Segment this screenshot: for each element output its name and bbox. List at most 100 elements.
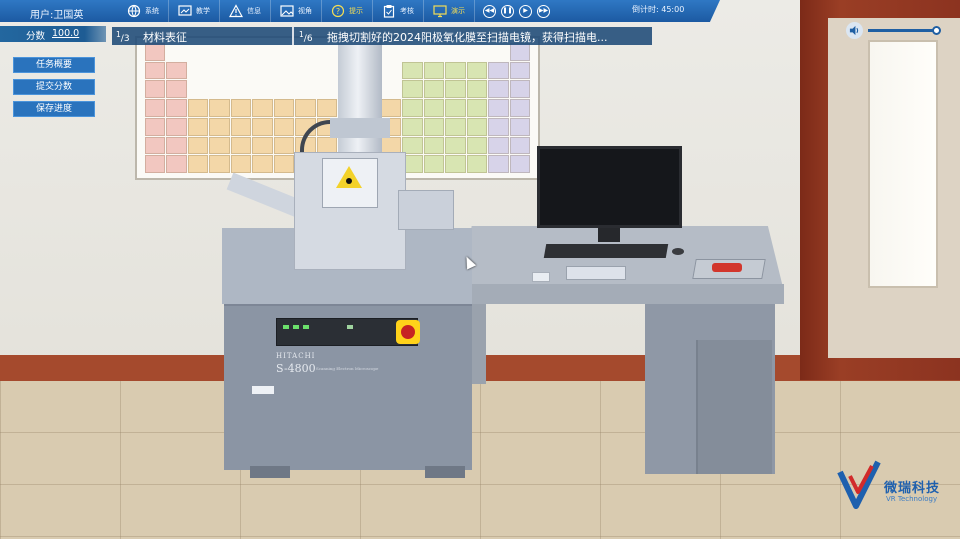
element-cell	[166, 99, 187, 117]
element-cell	[166, 117, 187, 136]
toolbar-label: 演示	[451, 7, 465, 15]
element-cell	[488, 136, 509, 155]
indicator-led	[347, 325, 353, 329]
element-cell	[424, 43, 444, 61]
element-cell	[295, 43, 315, 61]
element-cell	[145, 155, 166, 173]
desk-leg	[472, 304, 486, 384]
element-cell	[423, 99, 445, 117]
sem-sticker	[252, 386, 274, 394]
volume-control	[846, 22, 942, 39]
element-cell	[317, 62, 337, 80]
sem-foot	[250, 466, 290, 478]
control-panel-box[interactable]	[566, 266, 626, 280]
element-cell	[209, 43, 229, 61]
toolbar-label: 系统	[145, 7, 159, 15]
element-cell	[380, 99, 402, 117]
element-cell	[187, 117, 209, 136]
indicator-led	[303, 325, 309, 329]
element-cell	[166, 155, 187, 173]
element-cell	[187, 99, 209, 117]
lab-scene: HITACHI S-4800 Scanning Electron Microsc…	[0, 0, 960, 539]
volume-slider-track[interactable]	[868, 29, 940, 32]
toolbar-info-button[interactable]: 信息	[219, 0, 270, 22]
element-cell	[273, 117, 295, 136]
exchange-chamber[interactable]	[398, 190, 454, 230]
element-cell	[252, 62, 272, 80]
sample-holder[interactable]	[712, 263, 742, 272]
element-cell	[467, 43, 487, 61]
element-cell	[445, 61, 466, 80]
rewind-icon[interactable]: ◀◀	[483, 4, 496, 18]
element-cell	[188, 80, 208, 98]
element-cell	[445, 117, 466, 136]
element-cell	[252, 136, 273, 155]
desk-edge	[462, 284, 784, 304]
radiation-warning-icon	[336, 166, 362, 188]
element-cell	[466, 155, 488, 173]
toolbar-label: 教学	[196, 7, 210, 15]
toolbar-teaching-button[interactable]: 教学	[168, 0, 219, 22]
element-cell	[509, 80, 530, 99]
element-cell	[402, 117, 423, 136]
element-cell	[423, 61, 445, 80]
element-cell	[145, 80, 166, 99]
element-cell	[466, 117, 488, 136]
element-cell	[231, 62, 251, 80]
toolbar-view-button[interactable]: 视角	[270, 0, 321, 22]
submit-score-button[interactable]: 提交分数	[13, 79, 95, 95]
toolbar-label: 信息	[247, 7, 261, 15]
element-cell	[509, 61, 530, 80]
element-cell	[466, 61, 488, 80]
element-cell	[317, 43, 337, 61]
element-cell	[445, 155, 466, 173]
countdown-label: 倒计时:	[632, 5, 659, 14]
fast-forward-icon[interactable]: ▶▶	[537, 4, 550, 18]
mouse[interactable]	[672, 248, 684, 255]
element-cell	[316, 99, 337, 117]
element-cell	[273, 155, 295, 173]
toolbar-label: 提示	[349, 7, 363, 15]
element-cell	[423, 136, 445, 155]
element-cell	[423, 117, 445, 136]
play-icon[interactable]: ▶	[519, 4, 532, 18]
media-controls: ◀◀ ❚❚ ▶ ▶▶	[474, 0, 558, 22]
warning-icon	[229, 4, 243, 18]
element-cell	[423, 155, 445, 173]
toolbar-exam-button[interactable]: 考核	[372, 0, 423, 22]
emergency-stop-button[interactable]	[396, 320, 420, 344]
toolbar-hint-button[interactable]: ? 提示	[321, 0, 372, 22]
element-cell	[273, 99, 295, 117]
element-cell	[488, 43, 508, 61]
speaker-icon[interactable]	[846, 22, 863, 39]
keyboard[interactable]	[543, 244, 669, 258]
element-cell	[252, 155, 273, 173]
element-cell	[295, 80, 315, 98]
volume-slider-handle[interactable]	[932, 26, 941, 35]
task-summary-button[interactable]: 任务概要	[13, 57, 95, 73]
pause-icon[interactable]: ❚❚	[501, 4, 514, 18]
save-progress-button[interactable]: 保存进度	[13, 101, 95, 117]
logo-name: 微瑞科技	[884, 481, 941, 496]
stage-counter: 1/3	[116, 30, 130, 44]
toolbar-demo-button[interactable]: 演示	[423, 0, 474, 22]
toolbar-items: 系统 教学 信息 视角 ? 提示 考核 演示 ◀◀ ❚❚ ▶ ▶▶	[118, 0, 558, 22]
element-cell	[145, 99, 166, 117]
svg-text:?: ?	[336, 7, 340, 16]
toolbar-system-button[interactable]: 系统	[118, 0, 168, 22]
element-cell	[488, 155, 509, 173]
sem-model: S-4800	[276, 362, 316, 375]
computer-monitor[interactable]	[537, 146, 682, 228]
element-cell	[509, 117, 530, 136]
element-cell	[209, 155, 230, 173]
column-flange	[330, 118, 390, 138]
globe-icon	[127, 4, 141, 18]
element-cell	[509, 136, 530, 155]
indicator-led	[293, 325, 299, 329]
help-icon: ?	[331, 4, 345, 18]
element-cell	[274, 80, 294, 98]
element-cell	[209, 80, 229, 98]
toolbar-label: 视角	[298, 7, 312, 15]
sem-model-subtitle: Scanning Electron Microscope	[316, 366, 379, 371]
element-cell	[466, 99, 488, 117]
